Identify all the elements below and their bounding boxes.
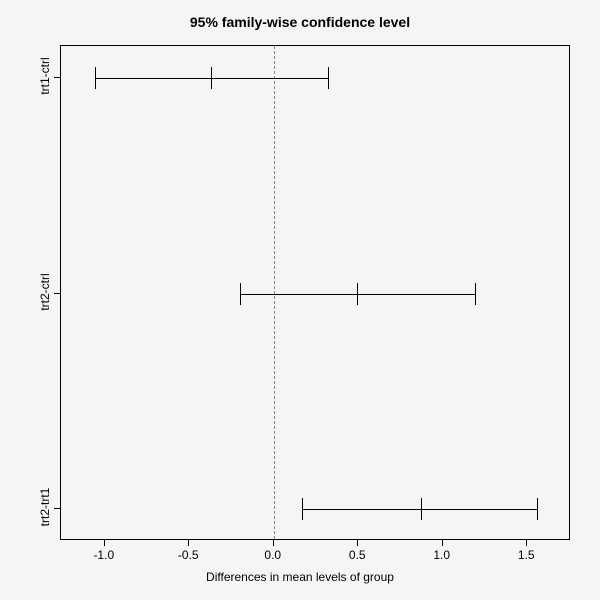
x-axis-label: Differences in mean levels of group bbox=[0, 570, 600, 584]
x-tick-label: -0.5 bbox=[168, 548, 208, 562]
comparison-label: trt2-trt1 bbox=[38, 467, 52, 547]
x-tick bbox=[526, 540, 527, 546]
x-tick-label: -1.0 bbox=[84, 548, 124, 562]
x-tick-label: 0.5 bbox=[337, 548, 377, 562]
y-tick bbox=[54, 77, 60, 78]
x-tick bbox=[104, 540, 105, 546]
plot-area bbox=[60, 45, 570, 540]
x-tick bbox=[357, 540, 358, 546]
point-estimate bbox=[211, 67, 212, 89]
point-estimate bbox=[357, 283, 358, 305]
x-tick-label: 1.0 bbox=[422, 548, 462, 562]
comparison-label: trt1-ctrl bbox=[38, 36, 52, 116]
x-tick-label: 0.0 bbox=[253, 548, 293, 562]
point-estimate bbox=[421, 498, 422, 520]
comparison-label: trt2-ctrl bbox=[38, 252, 52, 332]
x-tick-label: 1.5 bbox=[506, 548, 546, 562]
plot-title: 95% family-wise confidence level bbox=[0, 14, 600, 30]
x-tick bbox=[273, 540, 274, 546]
zero-reference-line bbox=[274, 46, 275, 539]
x-tick bbox=[188, 540, 189, 546]
y-tick bbox=[54, 293, 60, 294]
y-tick bbox=[54, 508, 60, 509]
x-tick bbox=[442, 540, 443, 546]
tukey-plot-figure: 95% family-wise confidence level Differe… bbox=[0, 0, 600, 600]
